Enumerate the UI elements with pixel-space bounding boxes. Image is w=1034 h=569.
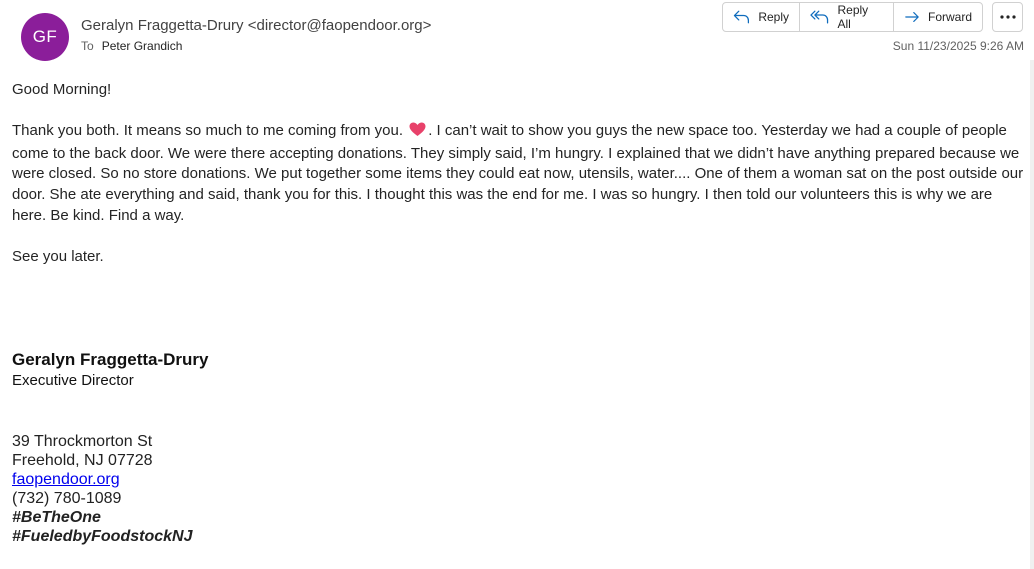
forward-arrow-icon xyxy=(905,11,919,23)
recipient-line: To Peter Grandich xyxy=(81,39,182,53)
signature-title: Executive Director xyxy=(12,372,134,389)
reply-all-icon xyxy=(810,10,829,24)
sender-name[interactable]: Geralyn Fraggetta-Drury <director@faopen… xyxy=(81,17,431,34)
paragraph-text-start: Thank you both. It means so much to me c… xyxy=(12,122,408,140)
reply-all-button[interactable]: Reply All xyxy=(800,3,894,31)
signature-block: Geralyn Fraggetta-Drury Executive Direct… xyxy=(12,349,209,391)
sender-avatar[interactable]: GF xyxy=(21,13,69,61)
closing-line: See you later. xyxy=(12,247,104,265)
phone-number: (732) 780-1089 xyxy=(12,490,122,507)
reply-button[interactable]: Reply xyxy=(723,3,800,31)
address-line-2: Freehold, NJ 07728 xyxy=(12,452,153,469)
message-header: GF Geralyn Fraggetta-Drury <director@fao… xyxy=(0,0,1034,70)
signature-contact: 39 Throckmorton St Freehold, NJ 07728 fa… xyxy=(12,432,192,546)
hashtag-foodstock: #FueledbyFoodstockNJ xyxy=(12,528,193,545)
message-timestamp: Sun 11/23/2025 9:26 AM xyxy=(892,39,1024,53)
website-link[interactable]: faopendoor.org xyxy=(12,471,120,488)
body-paragraph: Thank you both. It means so much to me c… xyxy=(12,121,1024,226)
ellipsis-icon xyxy=(999,15,1016,19)
forward-button[interactable]: Forward xyxy=(894,3,982,31)
greeting-line: Good Morning! xyxy=(12,81,112,98)
to-label: To xyxy=(81,39,94,53)
forward-label: Forward xyxy=(927,10,972,24)
heart-icon xyxy=(409,122,426,144)
reply-all-label: Reply All xyxy=(837,3,869,31)
reply-icon xyxy=(733,10,750,24)
signature-name: Geralyn Fraggetta-Drury xyxy=(12,350,209,369)
reply-label: Reply xyxy=(758,10,789,24)
address-line-1: 39 Throckmorton St xyxy=(12,433,153,450)
hashtag-betheone: #BeTheOne xyxy=(12,509,101,526)
recipient-name[interactable]: Peter Grandich xyxy=(102,39,183,53)
message-actions: Reply Reply All Forward xyxy=(722,2,983,32)
scrollbar[interactable] xyxy=(1030,60,1034,569)
more-actions-button[interactable] xyxy=(992,2,1023,32)
message-body: Good Morning! Thank you both. It means s… xyxy=(12,80,1024,288)
